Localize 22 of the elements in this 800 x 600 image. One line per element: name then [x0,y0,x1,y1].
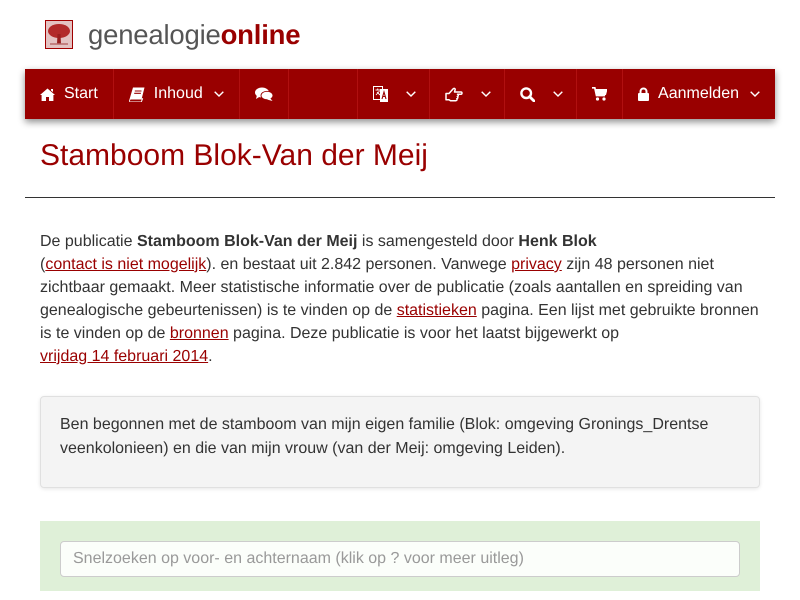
nav-menu-item[interactable]: Start [25,69,114,119]
text-link[interactable]: statistieken [396,302,477,319]
lock-icon [638,87,650,101]
description-text: Ben begonnen met de stamboom van mijn eigen familie (Blok: omgeving Gronings_Drentse veenkolonieen) en die van mijn vrouw (van der Meij: omgeving Leiden). [60,415,710,459]
book-icon [128,86,145,102]
nav-menu-item[interactable]: Inhoud [114,69,240,119]
nav-menu-item[interactable]: Aanmelden [622,69,775,119]
tree-logo-icon [45,20,73,49]
search-field[interactable]: Snelzoeken op voor- en achternaam (klik op ? voor meer uitleg) [60,541,740,577]
home-icon [40,88,55,100]
cart-icon [592,87,608,101]
text-link[interactable]: vrijdag 14 februari 2014 [40,348,208,365]
intro-paragraph: De publicatie Stamboom Blok-Van der Meij is samengesteld door Henk Blok (contact is niet mogelijk). en bestaat uit 2.842 personen. Vanwege privacy zijn 48 personen niet zichtbaar gemaakt. Meer statistische informatie over de publicatie (zoals aantallen en spreiding van genealogische gebeurtenissen) is te vinden op de statistieken pagina. Een lijst met gebruikte bronnen is te vinden op de bronnen pagina. Deze publicatie is voor het laatst bijgewerkt op vrijdag 14 februari 2014. [40,232,760,367]
text-link[interactable]: contact is niet mogelijk [45,256,206,273]
chat-icon [254,87,273,101]
search-icon [520,86,536,102]
page-title: Stamboom Blok-Van der Meij [40,139,429,172]
hand-pointing-icon [445,86,464,102]
text-link[interactable]: bronnen [170,325,229,342]
site-logo-text[interactable]: genealogieonline [88,20,300,49]
text-link[interactable]: privacy [511,256,562,273]
translate-icon [373,86,388,102]
